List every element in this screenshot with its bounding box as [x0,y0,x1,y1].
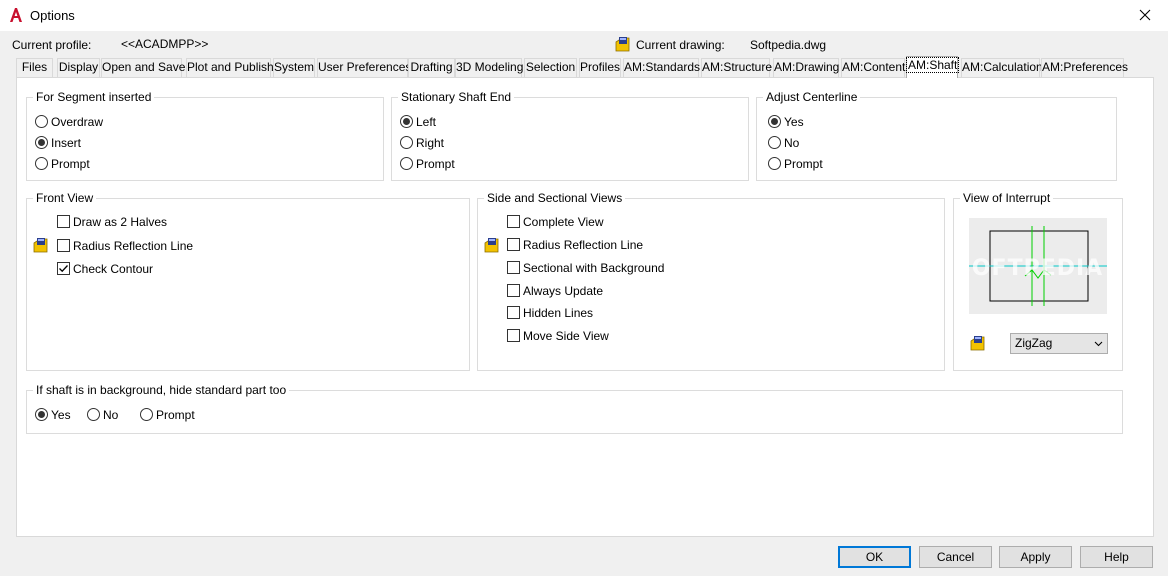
tab-open-and-save[interactable]: Open and Save [101,58,185,77]
group-title: View of Interrupt [960,191,1054,205]
chevron-down-icon [1094,341,1103,347]
current-profile-label: Current profile: [12,38,92,52]
tab-files[interactable]: Files [16,58,53,77]
interrupt-style-select[interactable]: ZigZag [1010,333,1108,354]
checkmark-icon [59,265,68,273]
close-icon [1139,9,1151,21]
tab-profiles[interactable]: Profiles [579,58,621,77]
tab-am-shaft[interactable]: AM:Shaft [905,56,960,78]
tab-user-preferences[interactable]: User Preferences [317,58,411,77]
tab-system[interactable]: System [273,58,315,77]
interrupt-style-value: ZigZag [1015,336,1053,350]
apply-button[interactable]: Apply [999,546,1072,568]
group-title: For Segment inserted [33,90,155,104]
drawing-setting-icon [484,238,499,253]
ok-button[interactable]: OK [838,546,911,568]
title-bar: Options [0,0,1168,31]
group-title: Adjust Centerline [763,90,861,104]
drawing-setting-icon [33,238,48,253]
view-of-interrupt-group: View of Interrupt SOFTPEDIA ZigZag [953,191,1123,371]
current-drawing-value: Softpedia.dwg [750,38,827,52]
help-button[interactable]: Help [1080,546,1153,568]
current-drawing-label: Current drawing: [636,38,725,52]
group-title: Stationary Shaft End [398,90,515,104]
close-button[interactable] [1122,0,1168,31]
interrupt-preview: SOFTPEDIA [955,218,1107,314]
drawing-setting-icon [970,336,985,351]
tab-am-drawing[interactable]: AM:Drawing [773,58,839,77]
group-title: Front View [33,191,97,205]
tab-am-standards[interactable]: AM:Standards [623,58,700,77]
am-shaft-page: For Segment inserted Overdraw Insert Pro… [16,77,1154,537]
tab-drafting[interactable]: Drafting [408,58,455,77]
tab-am-calculation[interactable]: AM:Calculation [961,58,1043,77]
tab-display[interactable]: Display [57,58,100,77]
adjust-centerline-group: Adjust Centerline Yes No Prompt [756,90,1117,181]
window-title: Options [30,8,75,23]
group-title: Side and Sectional Views [484,191,626,205]
tab-am-content[interactable]: AM:Content [841,58,905,77]
current-profile-value: <<ACADMPP>> [121,37,209,51]
tab-am-preferences[interactable]: AM:Preferences [1041,58,1128,77]
segment-inserted-group: For Segment inserted Overdraw Insert Pro… [26,90,384,181]
tab-am-structure[interactable]: AM:Structure [701,58,772,77]
cancel-button[interactable]: Cancel [919,546,992,568]
front-view-group: Front View Draw as 2 Halves Radius Refle… [26,191,470,371]
background-hide-group: If shaft is in background, hide standard… [26,383,1123,434]
side-sectional-views-group: Side and Sectional Views Complete View R… [477,191,945,371]
tab-3d-modeling[interactable]: 3D Modeling [455,58,523,77]
stationary-end-group: Stationary Shaft End Left Right Prompt [391,90,749,181]
drawing-file-icon [615,37,630,52]
tab-plot-and-publish[interactable]: Plot and Publish [186,58,274,77]
watermark-text: SOFTPEDIA [955,256,1104,281]
tab-selection[interactable]: Selection [524,58,577,77]
profile-row: Current profile: <<ACADMPP>> Current dra… [0,37,1168,54]
autocad-logo-icon [10,8,22,22]
group-title: If shaft is in background, hide standard… [33,383,290,397]
